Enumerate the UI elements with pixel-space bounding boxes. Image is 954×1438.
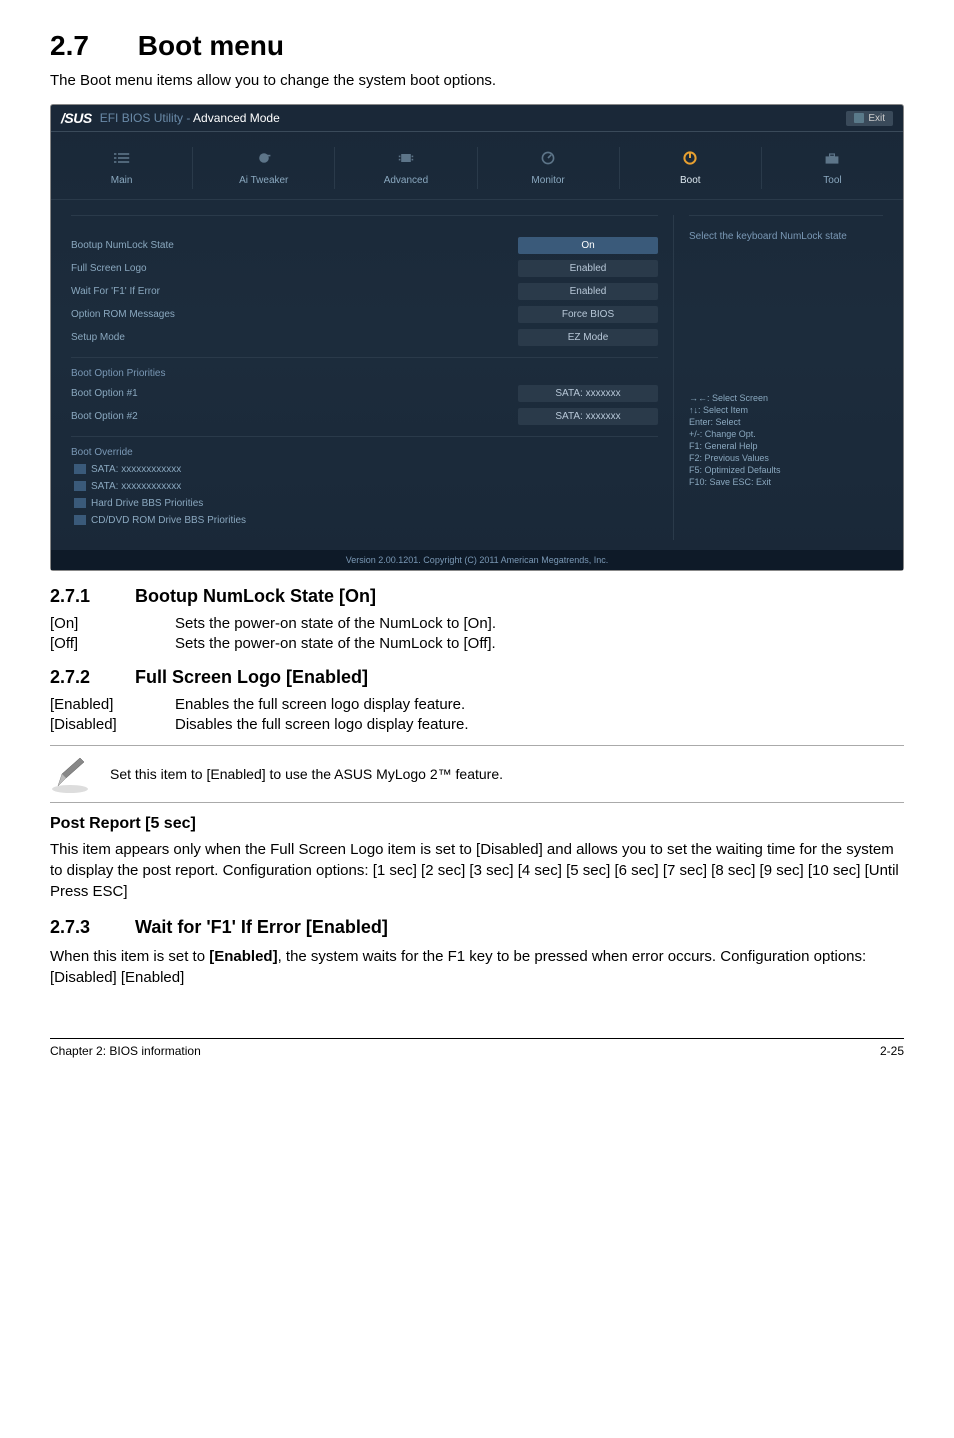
pencil-icon	[50, 754, 90, 794]
note-box: Set this item to [Enabled] to use the AS…	[50, 745, 904, 803]
sidebar-hint: Select the keyboard NumLock state	[689, 231, 883, 242]
toolbox-icon	[822, 150, 842, 166]
list-icon	[112, 150, 132, 166]
boot-option-1[interactable]: Boot Option #1 SATA: xxxxxxx	[71, 382, 658, 405]
footer-page: 2-25	[880, 1044, 904, 1058]
section-description: The Boot menu items allow you to change …	[50, 72, 904, 89]
setting-numlock[interactable]: Bootup NumLock State On	[71, 234, 658, 257]
setting-setup-mode[interactable]: Setup Mode EZ Mode	[71, 326, 658, 349]
option-off: [Off] Sets the power-on state of the Num…	[50, 635, 904, 652]
footer-chapter: Chapter 2: BIOS information	[50, 1044, 201, 1058]
brand-text: /SUS	[61, 110, 92, 126]
tweaker-icon	[254, 150, 274, 166]
bios-title: EFI BIOS Utility - Advanced Mode	[100, 111, 280, 125]
page-footer: Chapter 2: BIOS information 2-25	[50, 1038, 904, 1058]
setting-option-rom[interactable]: Option ROM Messages Force BIOS	[71, 303, 658, 326]
post-report-heading: Post Report [5 sec]	[50, 815, 904, 833]
setting-wait-f1[interactable]: Wait For 'F1' If Error Enabled	[71, 280, 658, 303]
sidebar-help-keys: →←: Select Screen ↑↓: Select Item Enter:…	[689, 392, 883, 488]
bios-window: /SUS EFI BIOS Utility - Advanced Mode Ex…	[50, 104, 904, 571]
exit-icon	[854, 113, 864, 123]
boot-priority-header: Boot Option Priorities	[71, 357, 658, 382]
section-name: Boot menu	[138, 30, 284, 61]
bios-sidebar: Select the keyboard NumLock state →←: Se…	[673, 215, 883, 540]
option-disabled: [Disabled] Disables the full screen logo…	[50, 716, 904, 733]
setting-fullscreen-logo[interactable]: Full Screen Logo Enabled	[71, 257, 658, 280]
subsection-271-title: 2.7.1 Bootup NumLock State [On]	[50, 586, 904, 607]
tab-monitor[interactable]: Monitor	[478, 142, 619, 194]
tab-boot[interactable]: Boot	[620, 142, 761, 194]
bios-footer: Version 2.00.1201. Copyright (C) 2011 Am…	[51, 550, 903, 570]
subsection-273-title: 2.7.3 Wait for 'F1' If Error [Enabled]	[50, 917, 904, 938]
override-sata-2[interactable]: SATA: xxxxxxxxxxxx	[71, 478, 658, 495]
post-report-body: This item appears only when the Full Scr…	[50, 839, 904, 902]
chip-icon	[396, 150, 416, 166]
boot-option-2[interactable]: Boot Option #2 SATA: xxxxxxx	[71, 405, 658, 428]
exit-button[interactable]: Exit	[846, 111, 893, 126]
tab-tool[interactable]: Tool	[762, 142, 903, 194]
override-cddvd-bbs[interactable]: CD/DVD ROM Drive BBS Priorities	[71, 512, 658, 529]
note-text: Set this item to [Enabled] to use the AS…	[110, 766, 904, 782]
bios-header: /SUS EFI BIOS Utility - Advanced Mode Ex…	[51, 105, 903, 132]
override-sata-1[interactable]: SATA: xxxxxxxxxxxx	[71, 461, 658, 478]
override-hdd-bbs[interactable]: Hard Drive BBS Priorities	[71, 495, 658, 512]
tab-main[interactable]: Main	[51, 142, 192, 194]
section-number: 2.7	[50, 30, 130, 62]
section-title: 2.7 Boot menu	[50, 30, 904, 62]
boot-override-header: Boot Override	[71, 436, 658, 461]
bios-content: Bootup NumLock State On Full Screen Logo…	[51, 200, 903, 550]
tab-bar: Main Ai Tweaker Advanced Monitor Boot To…	[51, 132, 903, 200]
option-enabled: [Enabled] Enables the full screen logo d…	[50, 696, 904, 713]
bios-main-panel: Bootup NumLock State On Full Screen Logo…	[71, 215, 673, 540]
power-icon	[680, 150, 700, 166]
tab-tweaker[interactable]: Ai Tweaker	[193, 142, 334, 194]
bios-logo: /SUS EFI BIOS Utility - Advanced Mode	[61, 110, 280, 126]
subsection-273-body: When this item is set to [Enabled], the …	[50, 946, 904, 988]
monitor-icon	[538, 150, 558, 166]
tab-advanced[interactable]: Advanced	[335, 142, 476, 194]
option-on: [On] Sets the power-on state of the NumL…	[50, 615, 904, 632]
subsection-272-title: 2.7.2 Full Screen Logo [Enabled]	[50, 667, 904, 688]
